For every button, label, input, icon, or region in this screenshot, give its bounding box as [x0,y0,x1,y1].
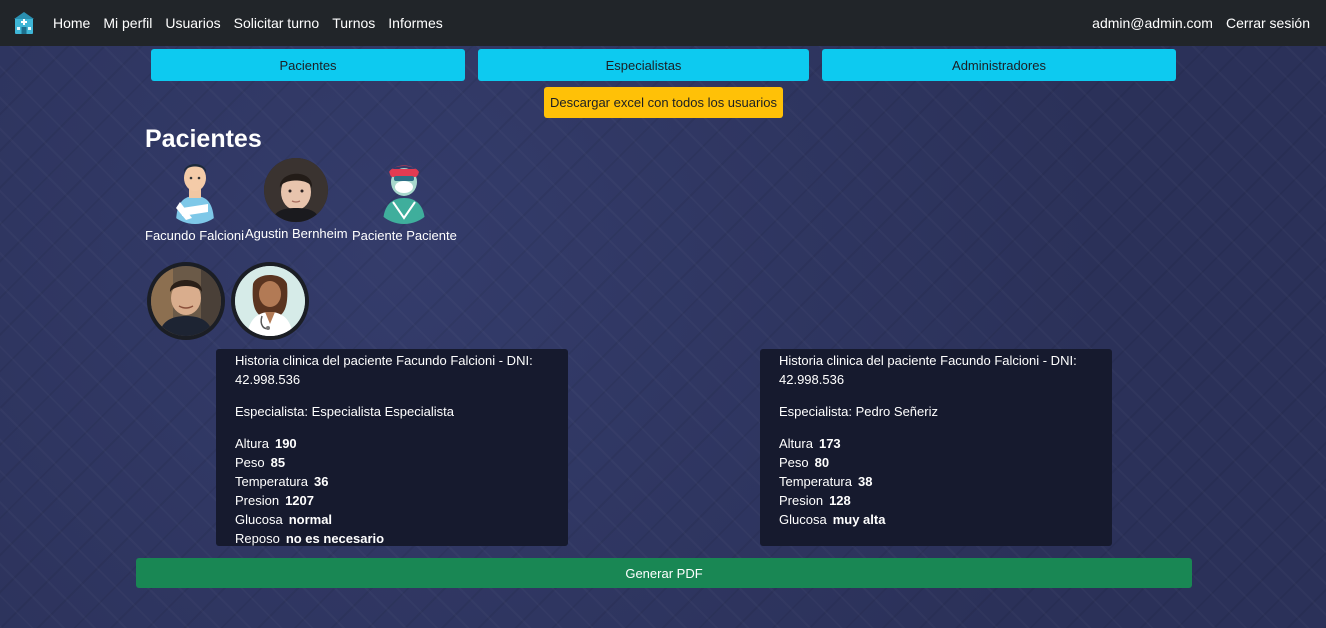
nav-home[interactable]: Home [53,15,90,31]
nav-solicitar-turno[interactable]: Solicitar turno [234,15,320,31]
patient-name: Agustin Bernheim [245,226,348,241]
history-specialist: Especialista: Especialista Especialista [235,404,454,419]
history-row: Peso 80 [779,455,830,470]
doctor-icon [235,266,305,336]
nav-mi-perfil[interactable]: Mi perfil [103,15,152,31]
patient-name: Facundo Falcioni [145,228,244,243]
history-row: Presion 1207 [235,493,314,508]
navbar: Home Mi perfil Usuarios Solicitar turno … [0,0,1326,46]
patient-card-facundo[interactable]: Facundo Falcioni [145,158,244,243]
nav-usuarios[interactable]: Usuarios [165,15,220,31]
nav-turnos[interactable]: Turnos [332,15,375,31]
history-row: Peso 85 [235,455,286,470]
patient-name: Paciente Paciente [352,228,457,243]
section-title: Pacientes [145,125,262,153]
history-row: Altura 190 [235,436,297,451]
logout-link[interactable]: Cerrar sesión [1226,15,1310,31]
selected-doctor-avatar[interactable] [231,262,309,340]
history-row: Temperatura 38 [779,474,873,489]
patient-card-agustin[interactable]: Agustin Bernheim [245,158,348,241]
history-card: Historia clinica del paciente Facundo Fa… [216,349,568,546]
history-row: Presion 128 [779,493,851,508]
patient-photo [151,266,221,336]
hospital-logo-icon[interactable] [11,10,37,36]
nav-user-area: admin@admin.com Cerrar sesión [1079,0,1310,46]
history-row: Temperatura 36 [235,474,329,489]
patient-mask-icon [371,158,437,224]
history-title: Historia clinica del paciente Facundo Fa… [779,353,1077,387]
history-specialist: Especialista: Pedro Señeriz [779,404,938,419]
history-row: Reposo no es necesario [235,531,385,546]
tab-pacientes[interactable]: Pacientes [151,49,465,81]
tab-especialistas[interactable]: Especialistas [478,49,809,81]
patient-bandage-icon [162,158,228,224]
photo-avatar [264,158,329,222]
tab-administradores[interactable]: Administradores [822,49,1176,81]
generate-pdf-button[interactable]: Generar PDF [136,558,1192,588]
user-email: admin@admin.com [1092,15,1213,31]
nav-informes[interactable]: Informes [388,15,442,31]
history-row: Glucosa muy alta [779,512,886,527]
download-excel-button[interactable]: Descargar excel con todos los usuarios [544,87,783,118]
history-row: Glucosa normal [235,512,333,527]
history-card: Historia clinica del paciente Facundo Fa… [760,349,1112,546]
history-row: Altura 173 [779,436,841,451]
history-title: Historia clinica del paciente Facundo Fa… [235,353,533,387]
patient-card-paciente[interactable]: Paciente Paciente [352,158,457,243]
selected-patient-photo[interactable] [147,262,225,340]
